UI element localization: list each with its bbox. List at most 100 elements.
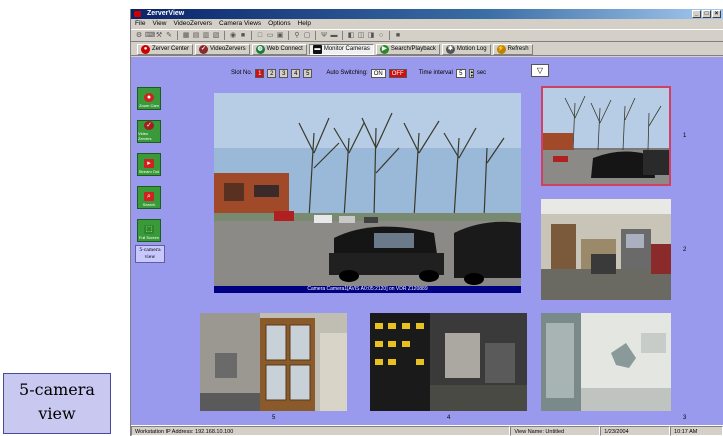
nav-monitor-cameras[interactable]: ▬ Monitor Cameras [308, 43, 374, 55]
maximize-button[interactable]: □ [702, 10, 711, 18]
ip-tool-icon[interactable]: ⌨ [145, 32, 155, 40]
camera-4-scene [370, 313, 527, 411]
web-globe-icon: ◍ [255, 44, 265, 54]
view-label-line: 5-camera [139, 248, 161, 253]
nav-label: Monitor Cameras [323, 46, 370, 52]
toolbar-separator [288, 31, 289, 40]
stream-out-button[interactable]: ▸ Stream Out [137, 153, 161, 176]
motion-log-icon: ✱ [445, 44, 455, 54]
menu-view[interactable]: View [152, 19, 166, 29]
camera-2-scene [541, 199, 671, 300]
stream-out-icon: ▸ [144, 159, 154, 168]
callout-line: view [38, 404, 76, 423]
slot-button-5[interactable]: 5 [303, 68, 313, 78]
view-mode-button[interactable]: 5-camera view [135, 245, 165, 263]
menu-options[interactable]: Options [268, 19, 290, 29]
layout-1-icon[interactable]: ▦ [182, 32, 190, 40]
camera-5-feed[interactable] [200, 313, 347, 411]
camera-3-feed[interactable] [541, 313, 671, 411]
connect-tool-icon[interactable]: ⚒ [155, 32, 163, 40]
main-camera-feed[interactable]: Camera Camera1[AVIS A0:05:2120] on VDR Z… [214, 93, 521, 293]
menu-videozervers[interactable]: VideoZervers [173, 19, 212, 29]
close-button[interactable]: × [712, 10, 721, 18]
app-logo-icon [134, 11, 141, 17]
view-label-line: view [144, 255, 156, 260]
auto-switch-off[interactable]: OFF [388, 68, 407, 78]
toolbar-separator [177, 31, 178, 40]
record-icon[interactable]: ◉ [229, 32, 237, 40]
slot-button-3[interactable]: 3 [279, 68, 289, 78]
menu-camera-views[interactable]: Camera Views [219, 19, 261, 29]
navigation-bar: ● Zerver Center ✓ VideoZervers ◍ Web Con… [131, 43, 723, 56]
nav-search-playback[interactable]: ▶ Search/Playback [375, 43, 440, 55]
time-interval-input[interactable]: 5 [455, 68, 466, 78]
tool-label: Video Zervers [138, 131, 152, 141]
video-zervers-icon: ✓ [144, 121, 154, 130]
zoom-camera-icon: ● [144, 93, 154, 102]
camera-2-feed[interactable] [541, 199, 671, 300]
zoom-cam-button[interactable]: ● Zoom Cam [137, 87, 161, 110]
pen-tool-icon[interactable]: ✎ [165, 32, 173, 40]
camera-5-scene [200, 313, 347, 411]
info-icon[interactable]: ○ [377, 32, 385, 40]
toolbar-separator [315, 31, 316, 40]
open-folder-icon[interactable]: ▭ [266, 32, 274, 40]
videozervers-icon: ✓ [199, 44, 209, 54]
menu-help[interactable]: Help [298, 19, 311, 29]
camera-4-number: 4 [447, 415, 451, 421]
tool-label: Stream Out [138, 169, 160, 174]
antenna-icon[interactable]: Ψ [320, 32, 328, 40]
five-camera-view-callout: 5-camera view [3, 373, 111, 434]
main-camera-caption: Camera Camera1[AVIS A0:05:2120] on VDR Z… [214, 286, 521, 293]
full-screen-icon: ⬚ [144, 225, 154, 234]
interval-spinner[interactable]: ▲ ▼ [468, 68, 474, 78]
layout-4-icon[interactable]: ▧ [212, 32, 220, 40]
auto-switch-on[interactable]: ON [370, 68, 386, 78]
nav-zerver-center[interactable]: ● Zerver Center [137, 43, 194, 55]
slot-button-4[interactable]: 4 [291, 68, 301, 78]
title-bar: ZerverView _ □ × [131, 9, 723, 19]
camera-1-number: 1 [683, 133, 687, 139]
video-zervers-button[interactable]: ✓ Video Zervers [137, 120, 161, 143]
slot-button-2[interactable]: 2 [267, 68, 277, 78]
auto-switching-label: Auto Switching: [326, 70, 368, 76]
layout-2-icon[interactable]: ▤ [192, 32, 200, 40]
camera-5-number: 5 [272, 415, 276, 421]
parking-lot-scene [214, 93, 521, 293]
nav-refresh[interactable]: ⚡ Refresh [492, 43, 533, 55]
step-forward-icon[interactable]: ◨ [367, 32, 375, 40]
search-icon: ⌕ [144, 192, 154, 201]
exit-icon[interactable]: ■ [394, 32, 402, 40]
zerver-tool-icon[interactable]: ⚙ [135, 32, 143, 40]
nav-motion-log[interactable]: ✱ Motion Log [441, 43, 491, 55]
nav-videozervers[interactable]: ✓ VideoZervers [195, 43, 250, 55]
time-interval-label: Time interval [418, 70, 453, 76]
search-button[interactable]: ⌕ Search [137, 186, 161, 209]
status-time: 10:17 AM [670, 426, 723, 436]
save-icon[interactable]: ▣ [276, 32, 284, 40]
camera-2-number: 2 [683, 247, 687, 253]
new-file-icon[interactable]: □ [256, 32, 264, 40]
zerver-center-icon: ● [141, 44, 150, 54]
display-icon[interactable]: ▢ [303, 32, 311, 40]
nav-label: Web Connect [266, 46, 303, 52]
full-screen-button[interactable]: ⬚ Full Screen [137, 219, 161, 242]
nav-web-connect[interactable]: ◍ Web Connect [251, 43, 307, 55]
camera-settings-icon[interactable]: ⚲ [293, 32, 301, 40]
minimize-button[interactable]: _ [692, 10, 701, 18]
toolbar: ⚙ ⌨ ⚒ ✎ ▦ ▤ ▥ ▧ ◉ ■ □ ▭ ▣ ⚲ ▢ Ψ ▬ ◧ ◫ ◨ … [131, 29, 723, 42]
monitor-tool-icon[interactable]: ▬ [330, 32, 338, 40]
callout-line: 5-camera [19, 380, 95, 399]
slot-button-1[interactable]: 1 [255, 68, 265, 78]
camera-4-feed[interactable] [370, 313, 527, 411]
toolbar-separator [389, 31, 390, 40]
grid-icon[interactable]: ◫ [357, 32, 365, 40]
stop-icon[interactable]: ■ [239, 32, 247, 40]
layout-3-icon[interactable]: ▥ [202, 32, 210, 40]
toolbar-separator [251, 31, 252, 40]
camera-1-feed[interactable] [541, 86, 671, 186]
menu-file[interactable]: File [135, 19, 145, 29]
step-back-icon[interactable]: ◧ [347, 32, 355, 40]
snapshot-icon[interactable]: ▽ [531, 64, 549, 77]
monitor-icon: ▬ [312, 44, 322, 54]
